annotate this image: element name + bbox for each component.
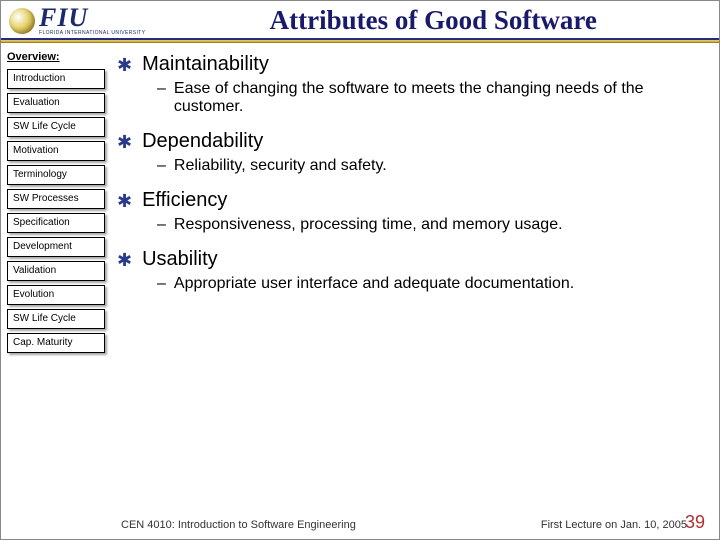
- sidebar-item-sw-life-cycle-2[interactable]: SW Life Cycle: [7, 309, 105, 329]
- sidebar-item-sw-life-cycle[interactable]: SW Life Cycle: [7, 117, 105, 137]
- attr-usability: ✱ Usability – Appropriate user interface…: [117, 248, 705, 293]
- sidebar-heading: Overview:: [7, 51, 105, 63]
- sidebar: Overview: Introduction Evaluation SW Lif…: [1, 43, 111, 539]
- bullet-icon: ✱: [117, 192, 132, 210]
- attr-dependability: ✱ Dependability – Reliability, security …: [117, 130, 705, 175]
- page-number: 39: [685, 512, 705, 533]
- sidebar-item-terminology[interactable]: Terminology: [7, 165, 105, 185]
- attr-desc: Responsiveness, processing time, and mem…: [174, 216, 563, 234]
- attr-maintainability: ✱ Maintainability – Ease of changing the…: [117, 53, 705, 116]
- attr-name: Maintainability: [142, 53, 269, 76]
- attr-efficiency: ✱ Efficiency – Responsiveness, processin…: [117, 189, 705, 234]
- attr-desc: Reliability, security and safety.: [174, 157, 387, 175]
- dash-icon: –: [157, 157, 166, 175]
- sidebar-item-motivation[interactable]: Motivation: [7, 141, 105, 161]
- sidebar-item-development[interactable]: Development: [7, 237, 105, 257]
- title-bar: FIU FLORIDA INTERNATIONAL UNIVERSITY Att…: [1, 1, 719, 40]
- seal-icon: [9, 8, 35, 34]
- sidebar-item-evolution[interactable]: Evolution: [7, 285, 105, 305]
- attr-name: Dependability: [142, 130, 263, 153]
- sidebar-item-cap-maturity[interactable]: Cap. Maturity: [7, 333, 105, 353]
- attr-name: Efficiency: [142, 189, 227, 212]
- bullet-icon: ✱: [117, 251, 132, 269]
- body: Overview: Introduction Evaluation SW Lif…: [1, 43, 719, 539]
- bullet-icon: ✱: [117, 56, 132, 74]
- attr-desc: Appropriate user interface and adequate …: [174, 275, 574, 293]
- sidebar-item-validation[interactable]: Validation: [7, 261, 105, 281]
- footer-left: CEN 4010: Introduction to Software Engin…: [121, 519, 541, 531]
- bullet-icon: ✱: [117, 133, 132, 151]
- sidebar-item-evaluation[interactable]: Evaluation: [7, 93, 105, 113]
- sidebar-item-specification[interactable]: Specification: [7, 213, 105, 233]
- brand-sub: FLORIDA INTERNATIONAL UNIVERSITY: [39, 31, 145, 36]
- content: ✱ Maintainability – Ease of changing the…: [111, 43, 719, 539]
- attr-desc: Ease of changing the software to meets t…: [174, 80, 705, 116]
- sidebar-item-introduction[interactable]: Introduction: [7, 69, 105, 89]
- dash-icon: –: [157, 80, 166, 116]
- page-title: Attributes of Good Software: [155, 5, 711, 36]
- footer-right: First Lecture on Jan. 10, 2005: [541, 519, 687, 531]
- brand-block: FIU FLORIDA INTERNATIONAL UNIVERSITY: [39, 5, 145, 36]
- attr-name: Usability: [142, 248, 218, 271]
- dash-icon: –: [157, 216, 166, 234]
- footer: CEN 4010: Introduction to Software Engin…: [121, 519, 705, 531]
- brand-main: FIU: [39, 5, 145, 31]
- sidebar-item-sw-processes[interactable]: SW Processes: [7, 189, 105, 209]
- dash-icon: –: [157, 275, 166, 293]
- slide: FIU FLORIDA INTERNATIONAL UNIVERSITY Att…: [0, 0, 720, 540]
